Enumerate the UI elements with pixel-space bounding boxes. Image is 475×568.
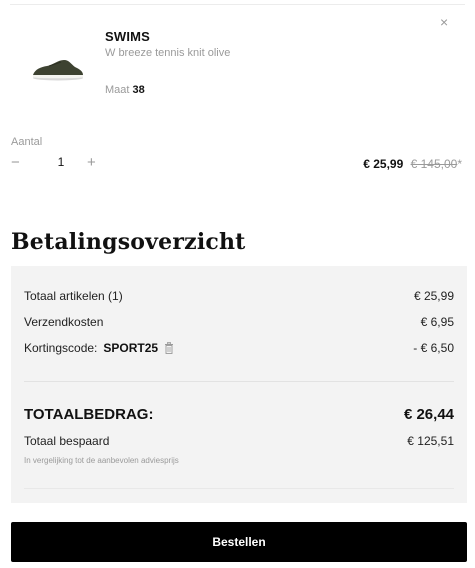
price-footnote-mark: *	[457, 157, 462, 171]
shipping-label: Verzendkosten	[24, 315, 104, 329]
price-now: € 25,99	[363, 157, 404, 171]
product-size: Maat 38	[105, 84, 145, 96]
size-value: 38	[132, 84, 145, 96]
saved-label: Totaal bespaard	[24, 434, 110, 448]
plus-icon[interactable]: +	[87, 153, 96, 173]
trash-icon[interactable]	[164, 342, 174, 354]
order-button[interactable]: Bestellen	[11, 522, 467, 562]
product-description: W breeze tennis knit olive	[105, 47, 231, 59]
summary-row-shipping: Verzendkosten € 6,95	[24, 315, 454, 329]
summary-total: TOTAALBEDRAG: € 26,44	[24, 406, 454, 423]
product-brand: SWIMS	[105, 29, 151, 44]
summary-panel: Totaal artikelen (1) € 25,99 Verzendkost…	[11, 266, 467, 503]
quantity-value: 1	[57, 155, 65, 169]
summary-divider	[24, 381, 454, 382]
summary-row-discount: Kortingscode: SPORT25 - € 6,50	[24, 341, 454, 355]
total-value: € 26,44	[403, 406, 454, 423]
discount-code: SPORT25	[103, 341, 159, 355]
quantity-label: Aantal	[11, 136, 43, 148]
summary-title: Betalingsoverzicht	[11, 229, 246, 255]
items-label: Totaal artikelen (1)	[24, 289, 123, 303]
close-icon[interactable]: ×	[440, 15, 448, 29]
saved-note: In vergelijking tot de aanbevolen advies…	[24, 456, 179, 465]
discount-code-wrap: Kortingscode: SPORT25	[24, 341, 174, 355]
total-label: TOTAALBEDRAG:	[24, 406, 154, 423]
discount-label: Kortingscode:	[24, 341, 98, 355]
top-divider	[10, 4, 465, 5]
shipping-value: € 6,95	[420, 315, 454, 329]
summary-bottom-divider	[24, 488, 454, 489]
summary-row-items: Totaal artikelen (1) € 25,99	[24, 289, 454, 303]
summary-saved: Totaal bespaard € 125,51	[24, 434, 454, 448]
price-old: € 145,00	[410, 157, 458, 171]
item-price: € 25,99 € 145,00*	[363, 157, 462, 171]
product-image[interactable]	[31, 55, 85, 81]
size-label: Maat	[105, 84, 130, 96]
minus-icon[interactable]: −	[11, 153, 20, 173]
items-value: € 25,99	[413, 289, 454, 303]
discount-value: - € 6,50	[413, 341, 454, 355]
saved-value: € 125,51	[407, 434, 454, 448]
